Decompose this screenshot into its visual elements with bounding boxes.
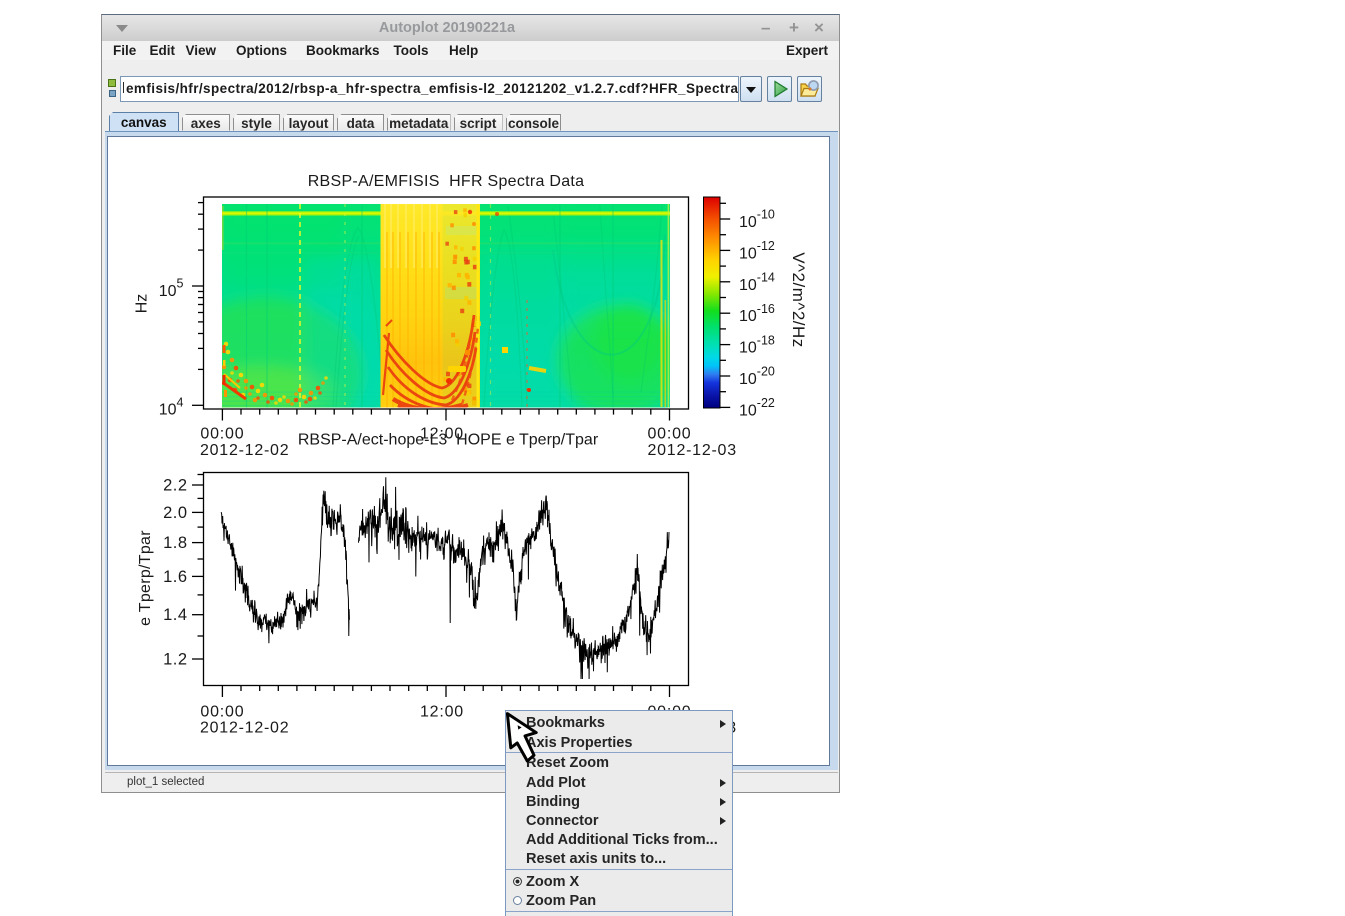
svg-text:V^2/m^2/Hz: V^2/m^2/Hz: [789, 252, 808, 348]
svg-text:2012-12-02: 2012-12-02: [200, 720, 289, 737]
svg-text:2012-12-02: 2012-12-02: [200, 442, 289, 459]
svg-text:12:00: 12:00: [420, 704, 464, 721]
svg-text:10-20: 10-20: [739, 365, 775, 388]
svg-text:10-14: 10-14: [739, 271, 775, 294]
svg-text:RBSP-A/ect-hope-L3 HOPE e Tpe: RBSP-A/ect-hope-L3 HOPE e Tperp/Tpar: [298, 432, 599, 449]
svg-text:RBSP-A/EMFISIS HFR Spectra Da: RBSP-A/EMFISIS HFR Spectra Data: [308, 173, 585, 190]
svg-text:10-12: 10-12: [739, 239, 775, 262]
svg-text:10-22: 10-22: [739, 396, 775, 419]
svg-text:2.0: 2.0: [163, 504, 187, 522]
svg-text:104: 104: [159, 395, 184, 418]
svg-text:10-18: 10-18: [739, 333, 775, 356]
svg-text:2.2: 2.2: [163, 477, 187, 495]
svg-text:00:00: 00:00: [200, 426, 244, 443]
svg-text:1.4: 1.4: [163, 606, 187, 624]
svg-text:1.6: 1.6: [163, 568, 187, 586]
svg-text:00:00: 00:00: [200, 704, 244, 721]
svg-text:10-16: 10-16: [739, 302, 775, 325]
svg-text:00:00: 00:00: [647, 426, 691, 443]
svg-text:2012-12-03: 2012-12-03: [648, 442, 737, 459]
svg-text:10-10: 10-10: [739, 208, 775, 231]
svg-text:105: 105: [159, 277, 184, 300]
svg-text:Hz: Hz: [134, 294, 151, 314]
svg-text:1.2: 1.2: [163, 650, 187, 668]
svg-text:e Tperp/Tpar: e Tperp/Tpar: [137, 530, 154, 626]
svg-text:1.8: 1.8: [163, 534, 187, 552]
